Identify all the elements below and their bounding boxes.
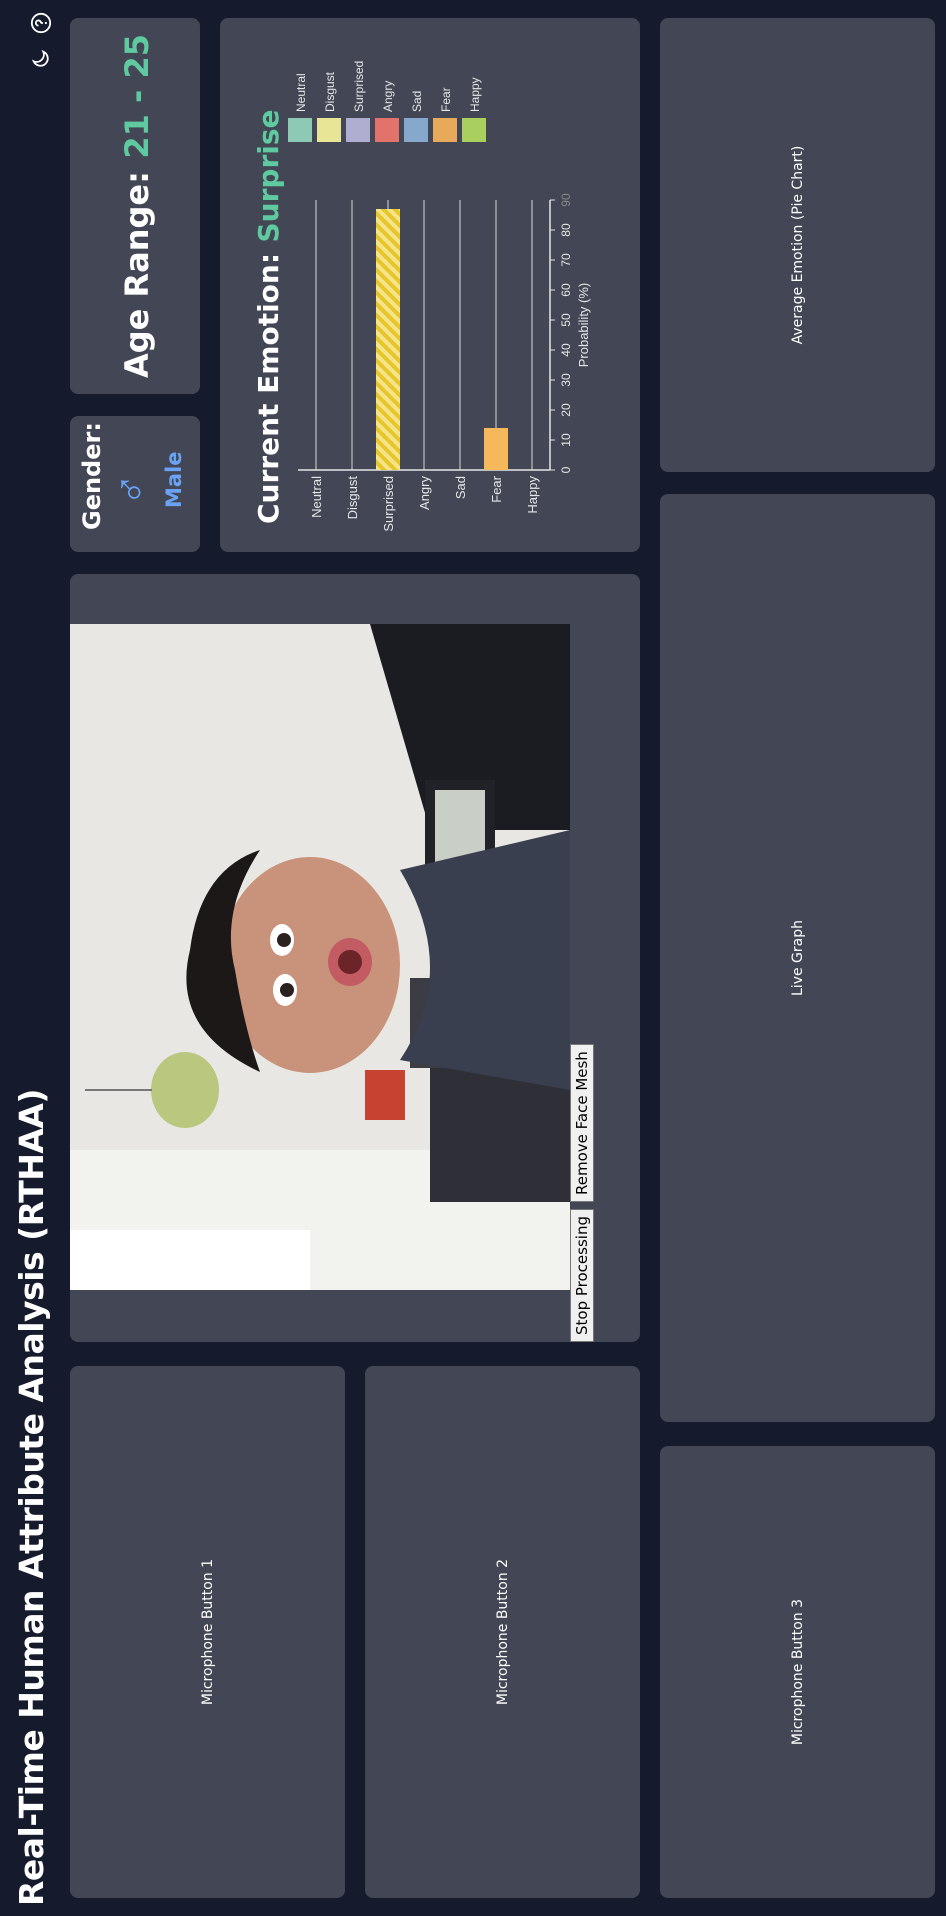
age-range-value: 21 - 25 bbox=[118, 34, 156, 159]
legend-label: Sad bbox=[410, 91, 424, 112]
legend-label: Surprised bbox=[352, 61, 366, 112]
legend-swatch bbox=[317, 118, 341, 142]
x-tick-label: 50 bbox=[559, 313, 573, 327]
age-range-label: Age Range: bbox=[118, 171, 156, 379]
legend-swatch bbox=[346, 118, 370, 142]
webcam-feed bbox=[70, 624, 570, 1290]
help-icon[interactable] bbox=[28, 10, 54, 36]
bar-fear bbox=[484, 428, 508, 470]
live-graph-panel: Live Graph bbox=[660, 494, 935, 1422]
microphone-button-2[interactable]: Microphone Button 2 bbox=[365, 1366, 640, 1898]
legend-swatch bbox=[375, 118, 399, 142]
gender-value: Male bbox=[162, 451, 186, 508]
x-tick-label: 10 bbox=[559, 433, 573, 447]
microphone-button-3[interactable]: Microphone Button 3 bbox=[660, 1446, 935, 1898]
average-emotion-label: Average Emotion (Pie Chart) bbox=[789, 145, 806, 345]
legend-label: Angry bbox=[381, 81, 395, 112]
male-symbol-icon: ♂ bbox=[105, 473, 154, 506]
x-tick-label: 30 bbox=[559, 373, 573, 387]
x-tick-label: 40 bbox=[559, 343, 573, 357]
category-label: Sad bbox=[453, 476, 468, 499]
legend-label: Disgust bbox=[323, 71, 337, 112]
x-axis-label: Probability (%) bbox=[576, 283, 591, 368]
microphone-button-1[interactable]: Microphone Button 1 bbox=[70, 1366, 345, 1898]
microphone-button-1-label: Microphone Button 1 bbox=[199, 1558, 216, 1706]
bar-surprised bbox=[376, 209, 400, 470]
x-tick-label: 0 bbox=[559, 466, 573, 473]
legend-swatch bbox=[404, 118, 428, 142]
legend-label: Neutral bbox=[294, 73, 308, 112]
legend-label: Fear bbox=[439, 87, 453, 112]
x-tick-label: 70 bbox=[559, 253, 573, 267]
category-label: Neutral bbox=[309, 476, 324, 518]
age-range-panel: Age Range: 21 - 25 bbox=[70, 18, 200, 394]
emotion-panel: Current Emotion: Surprise Neutral Disgust… bbox=[220, 18, 640, 552]
x-tick-label: 60 bbox=[559, 283, 573, 297]
category-label: Angry bbox=[417, 476, 432, 510]
category-label: Surprised bbox=[381, 476, 396, 532]
age-range-row: Age Range: 21 - 25 bbox=[118, 18, 156, 394]
legend-swatch bbox=[288, 118, 312, 142]
emotion-bar-chart: Neutral Disgust Surprised Angry Sad Fear Happy… bbox=[288, 61, 591, 532]
webcam-frame-image bbox=[70, 624, 570, 1290]
category-label: Fear bbox=[489, 475, 504, 502]
top-icons bbox=[28, 10, 54, 72]
stop-processing-button[interactable]: Stop Processing bbox=[570, 1209, 594, 1342]
gender-panel: Gender: ♂ Male bbox=[70, 416, 200, 552]
category-label: Disgust bbox=[345, 476, 360, 520]
microphone-button-2-label: Microphone Button 2 bbox=[494, 1558, 511, 1706]
gender-label: Gender: bbox=[78, 422, 106, 530]
video-panel: Stop Processing Remove Face Mesh bbox=[70, 574, 640, 1342]
legend-swatch bbox=[433, 118, 457, 142]
x-tick-label: 90 bbox=[559, 193, 573, 207]
microphone-button-3-label: Microphone Button 3 bbox=[789, 1598, 806, 1746]
app-frame: Real-Time Human Attribute Analysis (RTHA… bbox=[0, 0, 946, 1916]
category-label: Happy bbox=[525, 476, 540, 514]
legend-swatch bbox=[462, 118, 486, 142]
page-title: Real-Time Human Attribute Analysis (RTHA… bbox=[12, 1089, 51, 1906]
live-graph-label: Live Graph bbox=[789, 920, 806, 996]
theme-moon-icon[interactable] bbox=[28, 46, 54, 72]
remove-face-mesh-button[interactable]: Remove Face Mesh bbox=[570, 1044, 594, 1202]
legend-label: Happy bbox=[468, 77, 482, 112]
average-emotion-panel: Average Emotion (Pie Chart) bbox=[660, 18, 935, 472]
x-tick-label: 20 bbox=[559, 403, 573, 417]
x-tick-label: 80 bbox=[559, 223, 573, 237]
